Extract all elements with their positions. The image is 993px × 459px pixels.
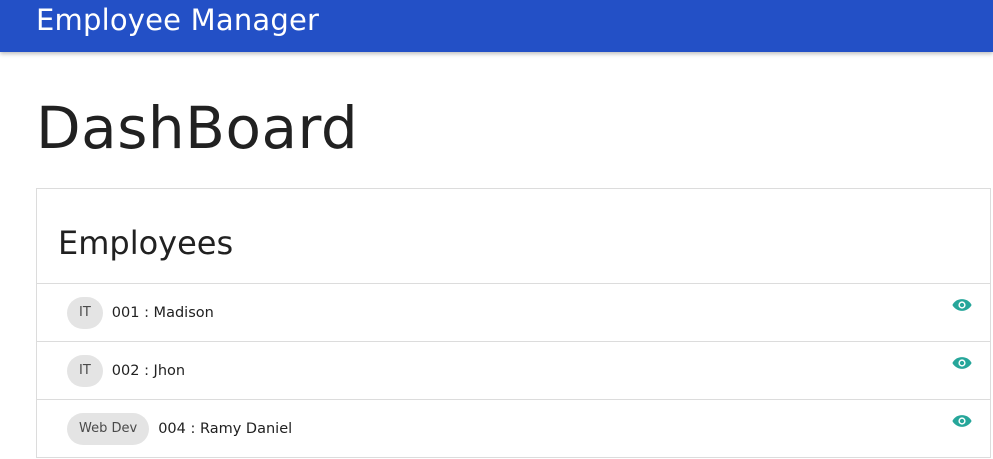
top-navbar: Employee Manager	[0, 0, 993, 52]
department-chip: IT	[67, 354, 103, 387]
employees-card: Employees IT 001 : Madison IT 002 : Jhon…	[36, 188, 991, 458]
employee-label: 004 : Ramy Daniel	[158, 421, 293, 437]
department-chip: IT	[67, 296, 103, 329]
eye-icon[interactable]	[952, 355, 972, 371]
employee-label: 001 : Madison	[111, 304, 214, 321]
employee-row: Web Dev 004 : Ramy Daniel	[37, 400, 990, 458]
eye-icon[interactable]	[952, 297, 972, 313]
eye-icon[interactable]	[952, 413, 972, 429]
employee-label: 002 : Jhon	[111, 362, 186, 379]
employee-row: IT 002 : Jhon	[37, 342, 990, 400]
page-title: DashBoard	[36, 94, 359, 162]
employee-row: IT 001 : Madison	[37, 284, 990, 342]
app-title[interactable]: Employee Manager	[36, 2, 319, 38]
card-title: Employees	[58, 224, 234, 262]
department-chip: Web Dev	[67, 413, 150, 445]
employee-list: IT 001 : Madison IT 002 : Jhon Web Dev 0…	[37, 284, 990, 458]
card-header: Employees	[37, 189, 990, 284]
